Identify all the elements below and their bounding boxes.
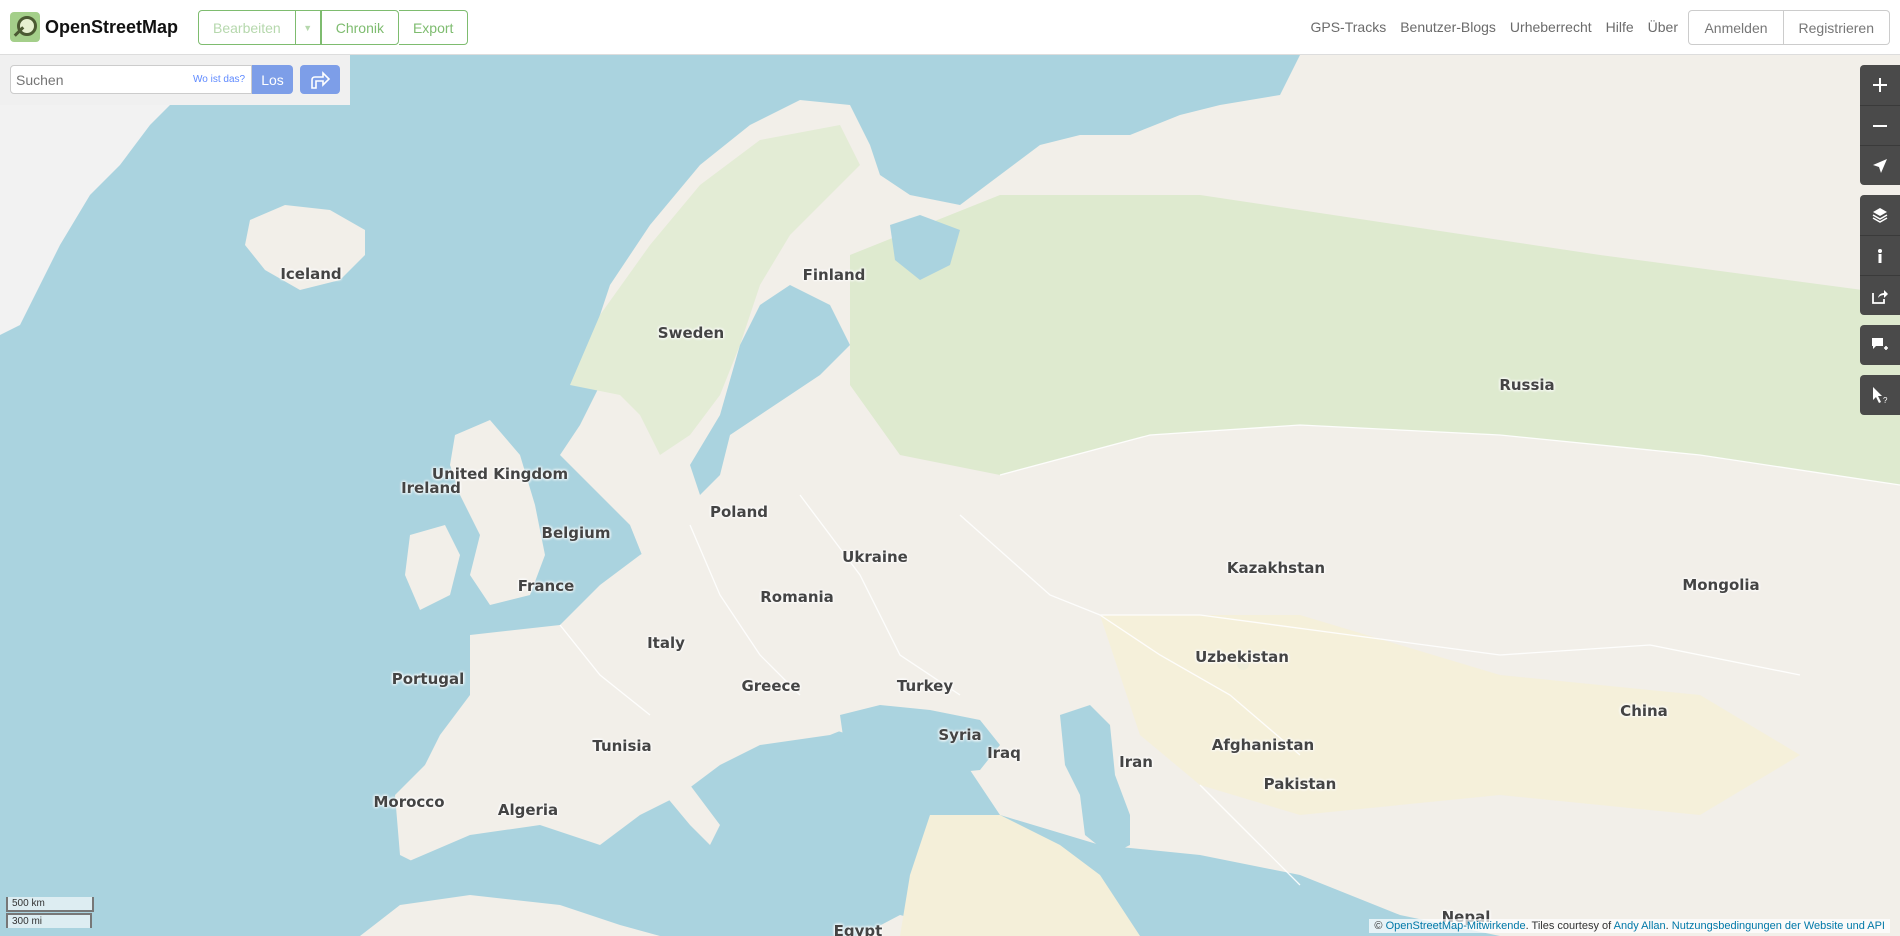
map-label-uzbekistan: Uzbekistan xyxy=(1195,648,1289,666)
zoom-out-icon xyxy=(1873,124,1887,127)
scale-km: 500 km xyxy=(6,897,94,912)
zoom-out-button[interactable] xyxy=(1860,105,1900,145)
info-icon xyxy=(1878,248,1882,263)
map-label-tunisia: Tunisia xyxy=(592,737,652,755)
zoom-in-icon xyxy=(1873,78,1887,92)
map-label-france: France xyxy=(517,577,575,595)
map-label-romania: Romania xyxy=(760,588,834,606)
tile-author-link[interactable]: Andy Allan xyxy=(1614,920,1666,932)
map-label-turkey: Turkey xyxy=(896,677,954,695)
map-label-ireland: Ireland xyxy=(401,479,461,497)
note-controls xyxy=(1860,325,1900,365)
osm-contributors-link[interactable]: OpenStreetMap-Mitwirkende xyxy=(1386,920,1526,932)
map-label-pakistan: Pakistan xyxy=(1263,775,1337,793)
locate-icon xyxy=(1873,158,1887,173)
search-go-button[interactable]: Los xyxy=(252,65,293,94)
nav-gps-tracks[interactable]: GPS-Tracks xyxy=(1310,19,1386,35)
share-button[interactable] xyxy=(1860,275,1900,315)
map-label-russia: Russia xyxy=(1499,376,1555,394)
map[interactable]: Iceland Finland Sweden Russia United Kin… xyxy=(0,55,1900,936)
logo[interactable]: OpenStreetMap xyxy=(10,12,178,42)
scale-mi: 300 mi xyxy=(6,913,92,928)
map-label-china: China xyxy=(1620,702,1668,720)
map-label-portugal: Portugal xyxy=(391,670,465,688)
map-label-finland: Finland xyxy=(802,266,866,284)
map-label-algeria: Algeria xyxy=(497,801,559,819)
map-label-ukraine: Ukraine xyxy=(842,548,908,566)
query-features-icon: ? xyxy=(1873,387,1888,404)
map-tiles xyxy=(0,55,1900,936)
edit-button-group: Bearbeiten ▼ Chronik Export xyxy=(198,10,469,45)
caret-down-icon: ▼ xyxy=(303,22,313,33)
edit-button[interactable]: Bearbeiten xyxy=(198,10,296,45)
attribution: © OpenStreetMap-Mitwirkende. Tiles court… xyxy=(1369,919,1890,933)
layers-icon xyxy=(1872,208,1888,223)
edit-dropdown-button[interactable]: ▼ xyxy=(295,10,321,45)
where-is-this-link[interactable]: Wo ist das? xyxy=(193,74,245,85)
map-label-iran: Iran xyxy=(1119,753,1153,771)
osm-logo-icon xyxy=(10,12,40,42)
nav-help[interactable]: Hilfe xyxy=(1606,19,1634,35)
nav-about[interactable]: Über xyxy=(1648,19,1678,35)
query-controls: ? xyxy=(1860,375,1900,415)
map-label-mongolia: Mongolia xyxy=(1682,576,1760,594)
attribution-prefix: © xyxy=(1374,920,1386,932)
directions-icon xyxy=(311,70,331,89)
user-buttons: Anmelden Registrieren xyxy=(1688,10,1890,45)
map-key-button[interactable] xyxy=(1860,235,1900,275)
zoom-in-button[interactable] xyxy=(1860,65,1900,105)
map-label-egypt: Egypt xyxy=(833,922,883,936)
layers-button[interactable] xyxy=(1860,195,1900,235)
nav-user-diaries[interactable]: Benutzer-Blogs xyxy=(1400,19,1496,35)
map-label-iraq: Iraq xyxy=(987,744,1021,762)
header: OpenStreetMap Bearbeiten ▼ Chronik Expor… xyxy=(0,0,1900,55)
login-button[interactable]: Anmelden xyxy=(1688,10,1784,45)
register-button[interactable]: Registrieren xyxy=(1783,10,1890,45)
history-button[interactable]: Chronik xyxy=(320,10,399,45)
add-note-icon xyxy=(1872,338,1888,350)
map-panel-controls xyxy=(1860,195,1900,315)
map-label-iceland: Iceland xyxy=(280,265,342,283)
locate-button[interactable] xyxy=(1860,145,1900,185)
secondary-nav: GPS-Tracks Benutzer-Blogs Urheberrecht H… xyxy=(1310,19,1678,35)
map-label-belgium: Belgium xyxy=(541,524,611,542)
search-panel: Wo ist das? Los xyxy=(0,55,350,105)
map-label-poland: Poland xyxy=(710,503,768,521)
add-note-button[interactable] xyxy=(1860,325,1900,365)
share-icon xyxy=(1872,289,1888,304)
map-label-kazakhstan: Kazakhstan xyxy=(1226,559,1326,577)
directions-button[interactable] xyxy=(300,65,340,94)
map-label-greece: Greece xyxy=(741,677,801,695)
attribution-middle: . Tiles courtesy of xyxy=(1525,920,1614,932)
nav-copyright[interactable]: Urheberrecht xyxy=(1510,19,1592,35)
zoom-controls xyxy=(1860,65,1900,185)
terms-link[interactable]: Nutzungsbedingungen der Website und API xyxy=(1672,920,1885,932)
map-label-afghanistan: Afghanistan xyxy=(1211,736,1315,754)
map-label-sweden: Sweden xyxy=(657,324,725,342)
export-button[interactable]: Export xyxy=(398,10,469,45)
query-features-button[interactable]: ? xyxy=(1860,375,1900,415)
map-label-italy: Italy xyxy=(647,634,685,652)
app-title: OpenStreetMap xyxy=(45,16,179,37)
map-label-morocco: Morocco xyxy=(373,793,445,811)
svg-text:?: ? xyxy=(1883,396,1888,404)
map-label-syria: Syria xyxy=(938,726,982,744)
